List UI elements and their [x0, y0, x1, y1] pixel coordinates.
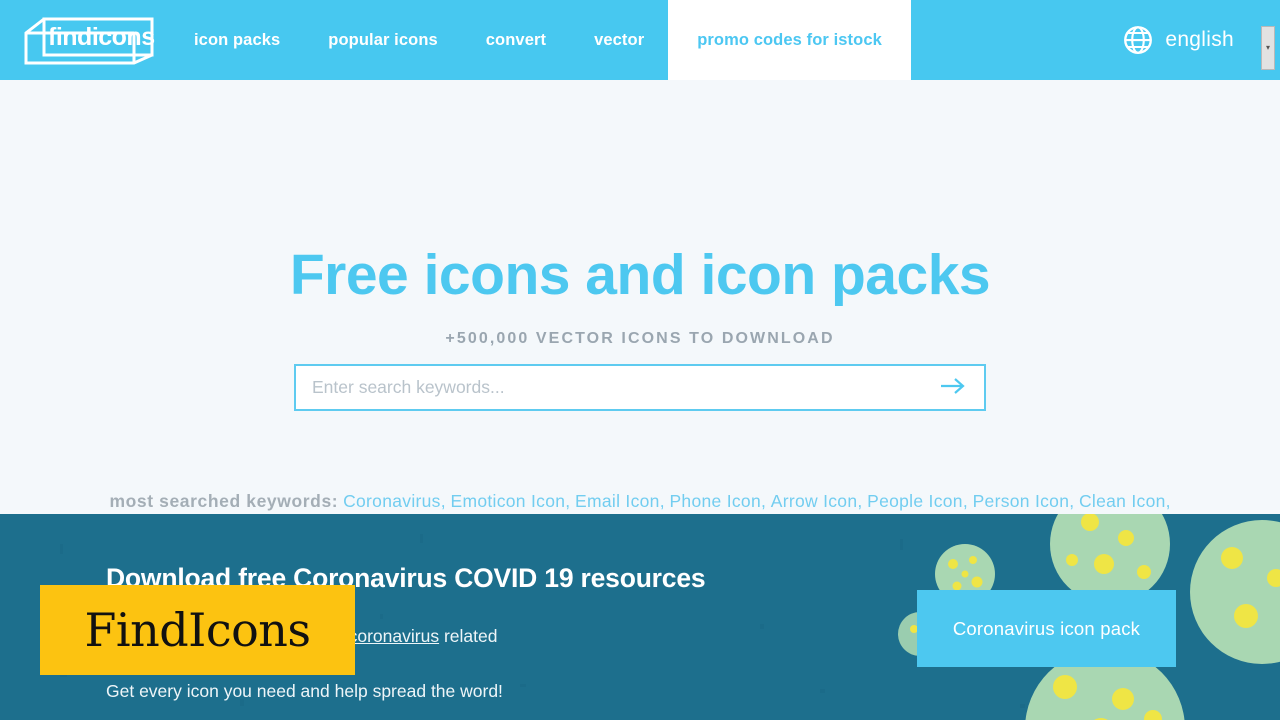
main-nav: icon packs popular icons convert vector …: [170, 0, 911, 80]
keyword-link[interactable]: People Icon: [867, 491, 963, 511]
link-coronavirus[interactable]: coronavirus: [349, 626, 439, 646]
keyword-separator: ,: [857, 491, 868, 511]
keyword-separator: ,: [1069, 491, 1079, 511]
nav-item-convert[interactable]: convert: [462, 0, 570, 80]
keyword-link[interactable]: Emoticon Icon: [450, 491, 565, 511]
keyword-separator: ,: [440, 491, 451, 511]
language-selector[interactable]: english: [1123, 0, 1234, 80]
hero-subtitle: +500,000 vector icons to download: [445, 330, 835, 347]
arrow-right-icon: [939, 376, 967, 399]
watermark-text: FindIcons: [84, 603, 311, 657]
keyword-link[interactable]: Email Icon: [575, 491, 660, 511]
keyword-link[interactable]: Phone Icon: [669, 491, 761, 511]
nav-item-icon-packs[interactable]: icon packs: [170, 0, 304, 80]
search-submit-button[interactable]: [922, 366, 984, 409]
keyword-separator: ,: [565, 491, 575, 511]
keywords-label: most searched keywords:: [109, 491, 339, 511]
keyword-link[interactable]: Coronavirus: [343, 491, 441, 511]
keyword-link[interactable]: Clean Icon: [1079, 491, 1166, 511]
coronavirus-icon-pack-button[interactable]: Coronavirus icon pack: [917, 590, 1176, 667]
site-header: findicons icon packs popular icons conve…: [0, 0, 1280, 80]
findicons-watermark: FindIcons: [40, 585, 355, 675]
page-title: Free icons and icon packs: [289, 243, 991, 307]
keyword-link[interactable]: Arrow Icon: [771, 491, 858, 511]
logo[interactable]: findicons: [0, 0, 170, 80]
hero-section: Free icons and icon packs +500,000 vecto…: [0, 80, 1280, 539]
search-input[interactable]: [296, 366, 922, 409]
keyword-separator: ,: [1165, 491, 1171, 511]
keyword-separator: ,: [659, 491, 670, 511]
box-logo-icon: findicons: [22, 11, 155, 69]
language-label: english: [1165, 28, 1234, 51]
keyword-separator: ,: [760, 491, 771, 511]
scrollbar-thumb[interactable]: ▾: [1261, 26, 1275, 70]
logo-text: findicons: [48, 23, 155, 51]
search-bar: [294, 364, 986, 411]
nav-item-vector[interactable]: vector: [570, 0, 668, 80]
banner-subtext: Get every icon you need and help spread …: [106, 681, 503, 701]
keyword-link[interactable]: Person Icon: [973, 491, 1070, 511]
nav-item-promo-codes-for-istock[interactable]: promo codes for istock: [668, 0, 911, 80]
keyword-separator: ,: [962, 491, 973, 511]
nav-item-popular-icons[interactable]: popular icons: [304, 0, 461, 80]
globe-icon: [1123, 25, 1153, 55]
para-suffix: related: [439, 626, 498, 646]
